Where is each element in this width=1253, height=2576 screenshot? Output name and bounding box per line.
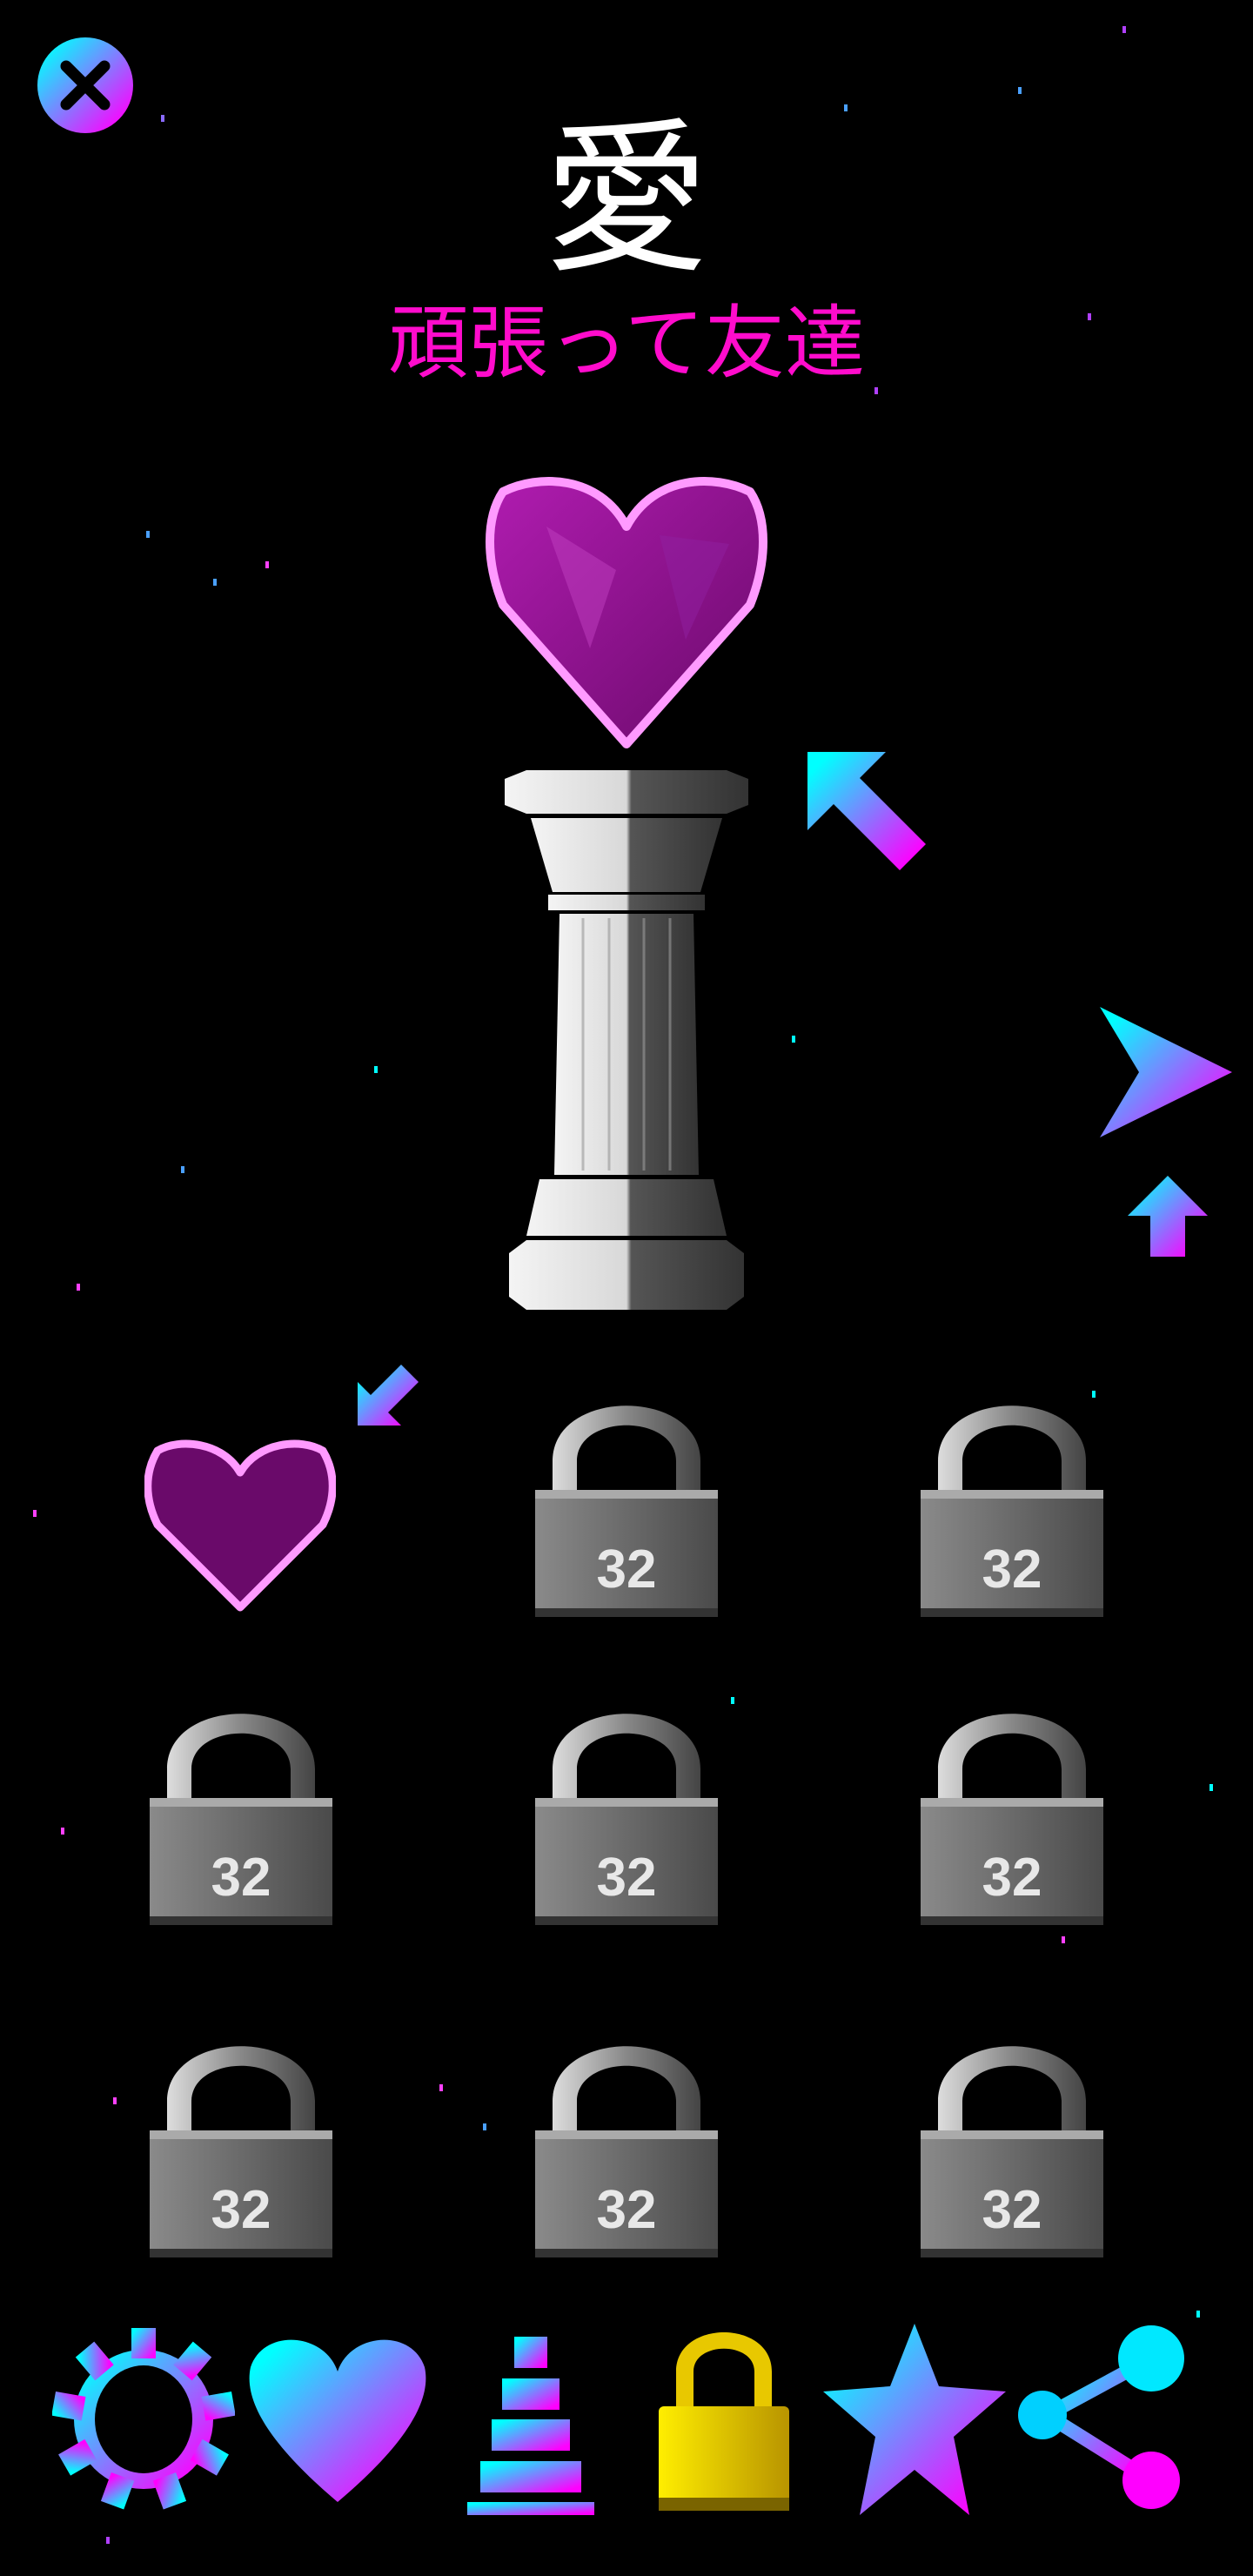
locked-item[interactable]: 32 — [150, 2036, 332, 2263]
pedestal — [500, 766, 753, 1316]
arrow-right-icon — [1100, 1007, 1232, 1141]
locked-item[interactable]: 32 — [535, 1396, 718, 1622]
leaderboard-icon — [467, 2337, 594, 2515]
favorites-button[interactable] — [246, 2324, 429, 2515]
settings-icon — [51, 2328, 236, 2510]
arrow-up-left-icon — [807, 752, 926, 874]
settings-button[interactable] — [51, 2324, 236, 2515]
locked-item[interactable]: 32 — [535, 1704, 718, 1930]
lock-level-label: 32 — [596, 1848, 657, 1908]
heart-icon — [249, 2339, 426, 2502]
lock-level-label: 32 — [982, 1540, 1042, 1600]
locked-item[interactable]: 32 — [921, 1396, 1103, 1622]
lock-level-label: 32 — [982, 1848, 1042, 1908]
locked-item[interactable]: 32 — [921, 2036, 1103, 2263]
page-subtitle: 頑張って友達 — [388, 297, 865, 390]
lock-level-label: 32 — [596, 1540, 657, 1600]
leaderboard-button[interactable] — [439, 2324, 622, 2515]
lock-level-label: 32 — [211, 2180, 271, 2240]
locked-item[interactable]: 32 — [150, 1704, 332, 1930]
page-title: 愛 — [543, 104, 709, 296]
locked-item[interactable]: 32 — [535, 2036, 718, 2263]
locked-item[interactable]: 32 — [921, 1704, 1103, 1930]
arrow-down-left-icon — [358, 1365, 419, 1429]
share-button[interactable] — [1012, 2324, 1195, 2515]
collection-item-heart[interactable] — [144, 1438, 337, 1612]
star-icon — [823, 2324, 1006, 2515]
arrow-up-icon — [1128, 1176, 1208, 1260]
lock-level-label: 32 — [596, 2180, 657, 2240]
lock-level-label: 32 — [982, 2180, 1042, 2240]
share-icon — [1018, 2325, 1184, 2509]
locked-button[interactable] — [633, 2324, 815, 2515]
lock-icon — [659, 2332, 789, 2511]
featured-heart-gem — [486, 474, 767, 749]
lock-level-label: 32 — [211, 1848, 271, 1908]
rate-button[interactable] — [823, 2324, 1006, 2515]
